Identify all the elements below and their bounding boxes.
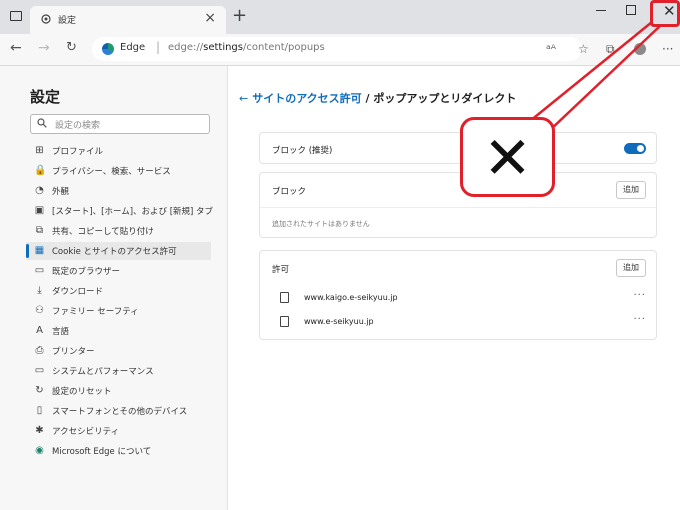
- close-icon: ✕: [483, 124, 532, 192]
- callout-box: ✕: [460, 117, 555, 197]
- callout-pointer: [529, 21, 661, 133]
